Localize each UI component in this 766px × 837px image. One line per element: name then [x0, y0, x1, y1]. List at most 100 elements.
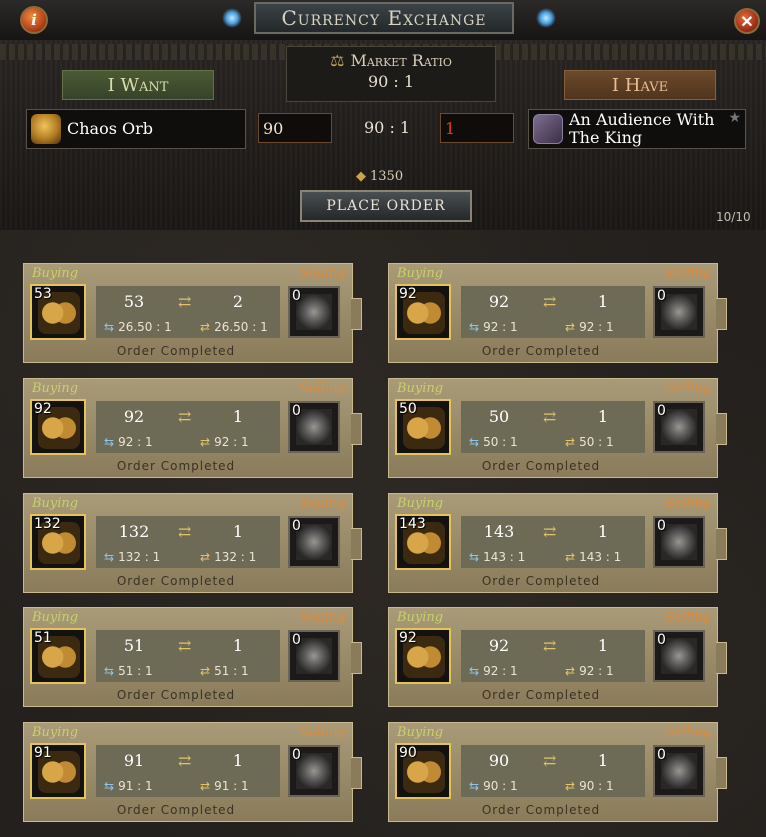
- selling-item-slot[interactable]: 0: [288, 745, 340, 797]
- selling-item-slot[interactable]: 0: [653, 401, 705, 453]
- selling-stack-count: 0: [292, 632, 301, 648]
- want-quantity: 91: [123, 751, 145, 770]
- order-status: Order Completed: [116, 344, 236, 358]
- market-rate: ⇆ 92 : 1: [469, 664, 518, 678]
- divination-card-icon: [296, 524, 332, 560]
- buying-stack-count: 92: [399, 286, 417, 302]
- divination-card-icon: [661, 638, 697, 674]
- market-ratio-label: Market Ratio: [350, 51, 452, 70]
- buying-label: Buying: [32, 496, 79, 511]
- rate-arrows-icon: ⇄: [200, 779, 211, 793]
- have-tab[interactable]: I Have: [564, 70, 716, 100]
- trade-summary: 92 ⇄ 1 ⇆ 92 : 1 ⇄ 92 : 1: [461, 286, 645, 338]
- want-quantity: 92: [488, 292, 510, 311]
- rate-arrows-icon: ⇄: [565, 779, 576, 793]
- gem-ornament-icon: [536, 8, 556, 28]
- rate-arrows-icon: ⇆: [104, 550, 115, 564]
- buying-item-slot[interactable]: 132: [30, 514, 86, 570]
- buying-label: Buying: [397, 725, 444, 740]
- buying-item-slot[interactable]: 143: [395, 514, 451, 570]
- want-currency-selector[interactable]: Chaos Orb: [26, 109, 246, 149]
- selling-item-slot[interactable]: 0: [653, 630, 705, 682]
- divination-card-icon: [296, 294, 332, 330]
- favorite-star-icon[interactable]: ★: [728, 110, 741, 126]
- buying-item-slot[interactable]: 91: [30, 743, 86, 799]
- buying-item-slot[interactable]: 92: [395, 284, 451, 340]
- selling-item-slot[interactable]: 0: [653, 516, 705, 568]
- buying-label: Buying: [397, 610, 444, 625]
- order-card[interactable]: Buying Selling 91 91 ⇄ 1 ⇆ 91 : 1 ⇄ 91 : 1 0 Order …: [23, 722, 362, 822]
- selling-item-slot[interactable]: 0: [288, 401, 340, 453]
- order-card[interactable]: Buying Selling 143 143 ⇄ 1 ⇆ 143 : 1 ⇄ 143 : 1 0 Or…: [388, 493, 727, 593]
- selling-label: Selling: [665, 381, 711, 396]
- order-card[interactable]: Buying Selling 92 92 ⇄ 1 ⇆ 92 : 1 ⇄ 92 : 1 0 Order …: [388, 607, 727, 707]
- order-status: Order Completed: [116, 459, 236, 473]
- order-status: Order Completed: [481, 574, 601, 588]
- buying-stack-count: 132: [34, 516, 61, 532]
- order-rate: ⇄ 92 : 1: [565, 664, 614, 678]
- rate-arrows-icon: ⇆: [469, 779, 480, 793]
- want-amount-input[interactable]: 90: [258, 113, 332, 143]
- order-card[interactable]: Buying Selling 53 53 ⇄ 2 ⇆ 26.50 : 1 ⇄ 26.50 : 1 0…: [23, 263, 362, 363]
- swap-arrows-icon: ⇄: [543, 636, 557, 655]
- buying-item-slot[interactable]: 51: [30, 628, 86, 684]
- divination-card-icon: [296, 753, 332, 789]
- selling-label: Selling: [665, 266, 711, 281]
- rate-arrows-icon: ⇄: [565, 320, 576, 334]
- info-icon[interactable]: i: [20, 6, 48, 34]
- order-status: Order Completed: [116, 688, 236, 702]
- buying-label: Buying: [32, 610, 79, 625]
- swap-arrows-icon: ⇄: [543, 751, 557, 770]
- swap-arrows-icon: ⇄: [543, 407, 557, 426]
- rate-arrows-icon: ⇆: [469, 320, 480, 334]
- close-icon[interactable]: ✕: [734, 8, 760, 34]
- chaos-orb-icon: [31, 114, 61, 144]
- order-card[interactable]: Buying Selling 90 90 ⇄ 1 ⇆ 90 : 1 ⇄ 90 : 1 0 Order …: [388, 722, 727, 822]
- have-quantity: 1: [232, 636, 244, 655]
- buying-item-slot[interactable]: 92: [30, 399, 86, 455]
- rate-arrows-icon: ⇆: [104, 320, 115, 334]
- have-quantity: 1: [597, 522, 609, 541]
- selling-item-slot[interactable]: 0: [653, 286, 705, 338]
- selling-item-slot[interactable]: 0: [288, 516, 340, 568]
- have-amount-input[interactable]: 1: [440, 113, 514, 143]
- scale-icon: ⚖: [330, 51, 345, 70]
- place-order-button[interactable]: PLACE ORDER: [300, 190, 472, 222]
- rate-arrows-icon: ⇄: [200, 435, 211, 449]
- have-currency-selector[interactable]: An Audience With The King ★: [528, 109, 746, 149]
- buying-item-slot[interactable]: 50: [395, 399, 451, 455]
- buying-item-slot[interactable]: 53: [30, 284, 86, 340]
- buying-stack-count: 92: [34, 401, 52, 417]
- buying-label: Buying: [397, 381, 444, 396]
- gold-coins-icon: ◆: [356, 169, 366, 184]
- want-quantity: 53: [123, 292, 145, 311]
- rate-arrows-icon: ⇄: [200, 320, 211, 334]
- buying-label: Buying: [32, 381, 79, 396]
- divination-card-icon: [296, 409, 332, 445]
- order-card[interactable]: Buying Selling 50 50 ⇄ 1 ⇆ 50 : 1 ⇄ 50 : 1 0 Order …: [388, 378, 727, 478]
- order-rate: ⇄ 90 : 1: [565, 779, 614, 793]
- order-card[interactable]: Buying Selling 132 132 ⇄ 1 ⇆ 132 : 1 ⇄ 132 : 1 0 Or…: [23, 493, 362, 593]
- have-quantity: 1: [232, 522, 244, 541]
- selling-label: Selling: [665, 725, 711, 740]
- have-quantity: 2: [232, 292, 244, 311]
- swap-arrows-icon: ⇄: [543, 522, 557, 541]
- buying-stack-count: 50: [399, 401, 417, 417]
- order-card[interactable]: Buying Selling 92 92 ⇄ 1 ⇆ 92 : 1 ⇄ 92 : 1 0 Order …: [388, 263, 727, 363]
- rate-arrows-icon: ⇄: [565, 550, 576, 564]
- rate-arrows-icon: ⇆: [104, 664, 115, 678]
- selling-item-slot[interactable]: 0: [288, 630, 340, 682]
- want-tab[interactable]: I Want: [62, 70, 214, 100]
- buying-item-slot[interactable]: 92: [395, 628, 451, 684]
- order-status: Order Completed: [481, 803, 601, 817]
- market-rate: ⇆ 132 : 1: [104, 550, 161, 564]
- order-card[interactable]: Buying Selling 92 92 ⇄ 1 ⇆ 92 : 1 ⇄ 92 : 1 0 Order …: [23, 378, 362, 478]
- order-card[interactable]: Buying Selling 51 51 ⇄ 1 ⇆ 51 : 1 ⇄ 51 : 1 0 Order …: [23, 607, 362, 707]
- selling-item-slot[interactable]: 0: [288, 286, 340, 338]
- buying-item-slot[interactable]: 90: [395, 743, 451, 799]
- buying-label: Buying: [397, 266, 444, 281]
- selling-stack-count: 0: [657, 518, 666, 534]
- rate-arrows-icon: ⇆: [469, 550, 480, 564]
- selling-item-slot[interactable]: 0: [653, 745, 705, 797]
- selling-stack-count: 0: [657, 747, 666, 763]
